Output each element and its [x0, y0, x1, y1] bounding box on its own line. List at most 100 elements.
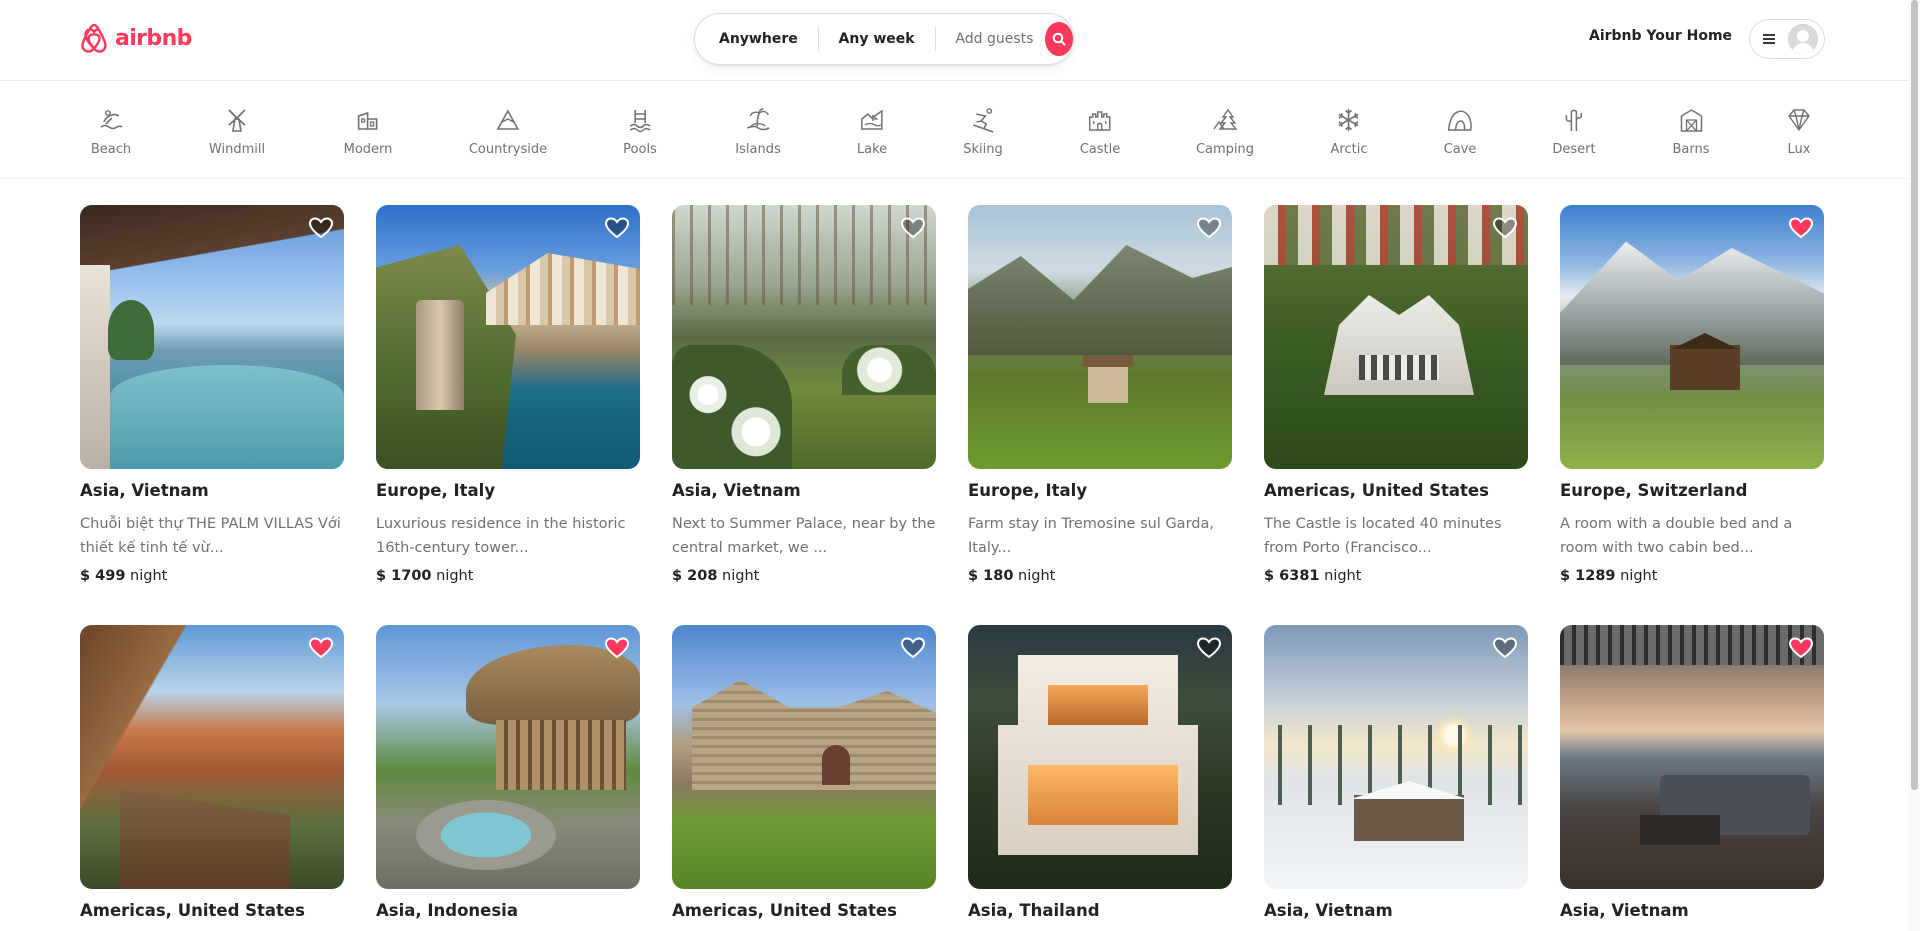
search-bar[interactable]: Anywhere Any week Add guests — [694, 13, 1074, 65]
category-windmill[interactable]: Windmill — [209, 107, 265, 157]
category-desert[interactable]: Desert — [1552, 107, 1596, 157]
listing-photo[interactable] — [968, 625, 1232, 889]
listing-card[interactable]: Americas, United States — [672, 625, 936, 920]
listing-price: $ 6381 — [1264, 568, 1320, 584]
listing-location: Asia, Vietnam — [1560, 901, 1689, 920]
listing-photo[interactable] — [1560, 205, 1824, 469]
heart-outline-icon — [900, 637, 926, 659]
listing-card[interactable]: Europe, Switzerland A room with a double… — [1560, 205, 1824, 584]
favorite-button[interactable] — [604, 635, 630, 661]
listing-card[interactable]: Americas, United States — [80, 625, 344, 920]
category-bar: Beach Windmill Modern Countryside Pools … — [0, 81, 1908, 179]
category-label: Castle — [1079, 142, 1121, 157]
price-unit: night — [722, 568, 760, 584]
listing-location: Asia, Thailand — [968, 901, 1100, 920]
listing-photo[interactable] — [376, 205, 640, 469]
log-cabin — [1354, 795, 1464, 841]
listing-card[interactable]: Asia, Indonesia — [376, 625, 640, 920]
lit-upper-window — [1048, 685, 1148, 725]
category-lake[interactable]: Lake — [857, 107, 887, 157]
heart-filled-icon — [1788, 217, 1814, 239]
favorite-button[interactable] — [1492, 635, 1518, 661]
search-when[interactable]: Any week — [819, 27, 935, 51]
heart-outline-icon — [1196, 217, 1222, 239]
favorite-button[interactable] — [1492, 215, 1518, 241]
favorite-button[interactable] — [308, 635, 334, 661]
listing-card[interactable]: Asia, Thailand — [968, 625, 1232, 920]
category-skiing[interactable]: Skiing — [963, 107, 1003, 157]
white-flower-bushes — [672, 345, 792, 469]
favorite-button[interactable] — [308, 215, 334, 241]
favorite-button[interactable] — [1196, 215, 1222, 241]
bamboo-house — [496, 720, 626, 790]
category-modern[interactable]: Modern — [344, 107, 392, 157]
search-button[interactable] — [1045, 22, 1073, 56]
scrollbar-thumb[interactable] — [1911, 0, 1918, 790]
category-islands[interactable]: Islands — [735, 107, 781, 157]
category-label: Countryside — [468, 142, 548, 157]
listing-card[interactable]: Asia, Vietnam Chuỗi biệt thự THE PALM VI… — [80, 205, 344, 584]
listing-price: $ 180 — [968, 568, 1014, 584]
listing-card[interactable]: Asia, Vietnam — [1264, 625, 1528, 920]
category-pools[interactable]: Pools — [623, 107, 657, 157]
category-barns[interactable]: Barns — [1672, 107, 1710, 157]
search-where[interactable]: Anywhere — [695, 27, 818, 51]
listing-price-row: $ 180 night — [968, 568, 1232, 584]
listing-photo[interactable] — [672, 205, 936, 469]
category-beach[interactable]: Beach — [91, 107, 131, 157]
favorite-button[interactable] — [1788, 215, 1814, 241]
favorite-button[interactable] — [1196, 635, 1222, 661]
category-label: Lake — [856, 142, 888, 157]
user-menu-button[interactable] — [1749, 19, 1825, 59]
listing-location: Asia, Vietnam — [80, 481, 209, 500]
favorite-button[interactable] — [1788, 635, 1814, 661]
listing-location: Americas, United States — [1264, 481, 1489, 500]
category-label: Pools — [623, 142, 657, 157]
search-guests[interactable]: Add guests — [935, 27, 1045, 51]
listing-location: Americas, United States — [672, 901, 897, 920]
listing-photo[interactable] — [80, 205, 344, 469]
airbnb-logo[interactable]: airbnb — [79, 22, 192, 54]
heart-outline-icon — [1492, 217, 1518, 239]
listing-photo[interactable] — [1264, 625, 1528, 889]
listing-card[interactable]: Europe, Italy Luxurious residence in the… — [376, 205, 640, 584]
category-arctic[interactable]: Arctic — [1331, 107, 1367, 157]
listing-card[interactable]: Europe, Italy Farm stay in Tremosine sul… — [968, 205, 1232, 584]
heart-filled-icon — [308, 637, 334, 659]
category-label: Skiing — [963, 142, 1003, 157]
listing-price-row: $ 6381 night — [1264, 568, 1528, 584]
listing-description: Next to Summer Palace, near by the centr… — [672, 516, 936, 556]
camping-icon — [1213, 108, 1238, 130]
listing-card[interactable]: Asia, Vietnam — [1560, 625, 1824, 920]
heart-outline-icon — [604, 217, 630, 239]
category-label: Desert — [1552, 142, 1596, 157]
heart-outline-icon — [900, 217, 926, 239]
price-unit: night — [1018, 568, 1056, 584]
listing-photo[interactable] — [376, 625, 640, 889]
category-countryside[interactable]: Countryside — [469, 107, 547, 157]
barn-icon — [1680, 109, 1702, 132]
favorite-button[interactable] — [604, 215, 630, 241]
category-label: Islands — [735, 142, 781, 157]
listing-card[interactable]: Americas, United States The Castle is lo… — [1264, 205, 1528, 584]
lake-icon — [861, 109, 883, 130]
snowflake-icon — [1338, 109, 1360, 131]
host-your-home-link[interactable]: Airbnb Your Home — [1589, 28, 1732, 44]
listing-card[interactable]: Asia, Vietnam Next to Summer Palace, nea… — [672, 205, 936, 584]
listing-photo[interactable] — [1560, 625, 1824, 889]
listing-photo[interactable] — [672, 625, 936, 889]
category-castle[interactable]: Castle — [1079, 107, 1121, 157]
favorite-button[interactable] — [900, 215, 926, 241]
category-lux[interactable]: Lux — [1786, 107, 1812, 157]
listing-photo[interactable] — [968, 205, 1232, 469]
listing-price-row: $ 1289 night — [1560, 568, 1824, 584]
category-camping[interactable]: Camping — [1196, 107, 1254, 157]
listing-photo[interactable] — [1264, 205, 1528, 469]
round-plunge-pool — [416, 800, 556, 870]
island-icon — [746, 108, 770, 131]
village-rooftops — [1264, 205, 1528, 265]
favorite-button[interactable] — [900, 635, 926, 661]
category-cave[interactable]: Cave — [1444, 107, 1476, 157]
airbnb-logo-icon — [81, 23, 107, 53]
listing-photo[interactable] — [80, 625, 344, 889]
